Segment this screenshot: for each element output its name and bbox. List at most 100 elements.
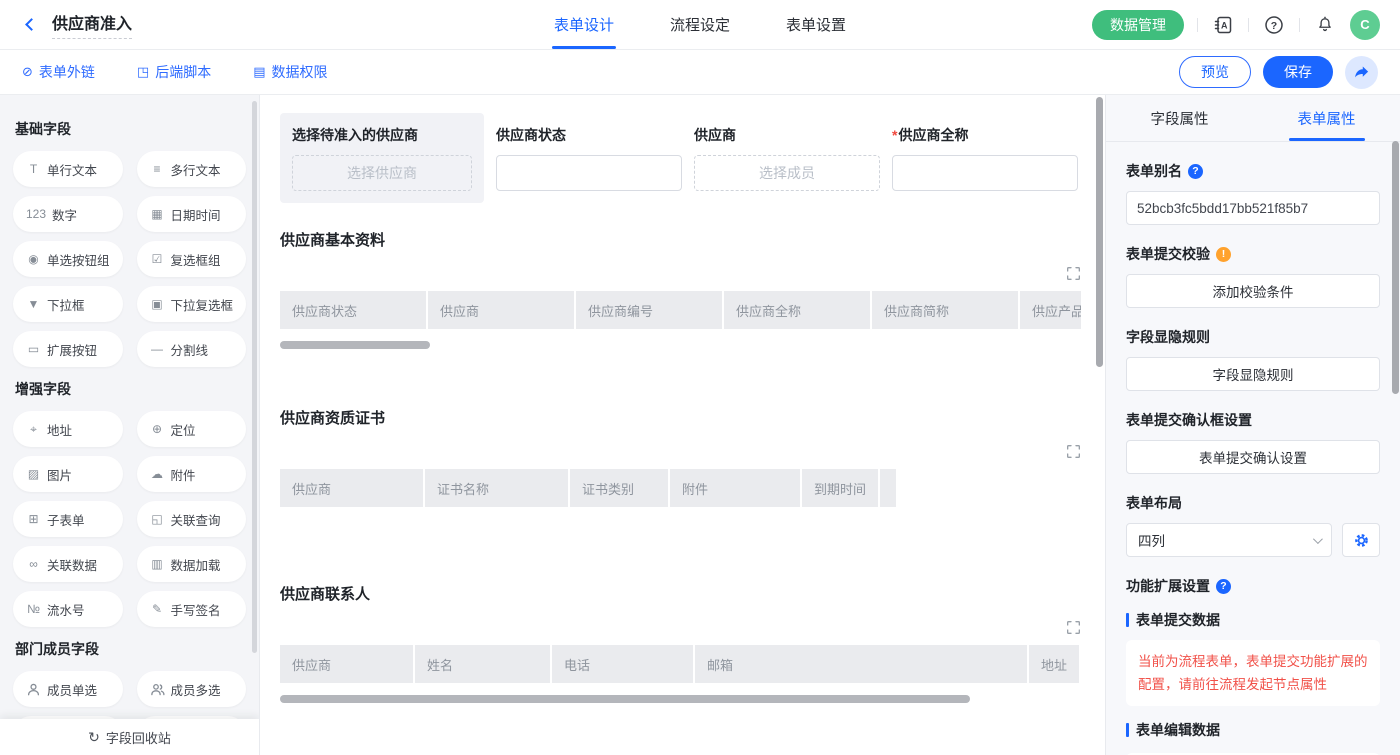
- field-type-pill[interactable]: 成员多选: [137, 671, 247, 707]
- subform-supplier-contacts[interactable]: 供应商联系人 供应商姓名电话邮箱地址: [280, 583, 1081, 703]
- form-alias-input[interactable]: [1126, 191, 1380, 225]
- subform-supplier-certificates[interactable]: 供应商资质证书 供应商证书名称证书类别附件到期时间: [280, 407, 1081, 507]
- field-type-pill[interactable]: 123 数字: [13, 196, 123, 232]
- field-type-pill[interactable]: ▭ 扩展按钮: [13, 331, 123, 367]
- field-type-pill[interactable]: ▼ 下拉框: [13, 286, 123, 322]
- field-type-pill[interactable]: № 流水号: [13, 591, 123, 627]
- tab-form-properties[interactable]: 表单属性: [1253, 95, 1400, 141]
- subform-toolbar: [280, 266, 1081, 281]
- section-title: 部门成员字段: [15, 639, 244, 659]
- svg-text:A: A: [1221, 20, 1228, 30]
- preview-button[interactable]: 预览: [1179, 56, 1251, 88]
- field-type-pill[interactable]: ▦ 日期时间: [137, 196, 247, 232]
- tab-process-setting[interactable]: 流程设定: [670, 0, 730, 49]
- layout-settings-button[interactable]: [1342, 523, 1380, 557]
- edit-data-label: 表单编辑数据: [1126, 720, 1380, 740]
- field-type-label: 日期时间: [171, 205, 221, 224]
- subform-column-header: 供应商: [428, 291, 576, 329]
- help-icon[interactable]: ?: [1262, 13, 1286, 37]
- field-type-pill[interactable]: ⊞ 子表单: [13, 501, 123, 537]
- field-type-icon: ▣: [150, 297, 165, 311]
- field-type-icon: ≡: [150, 162, 165, 176]
- canvas-vertical-scrollbar[interactable]: [1096, 97, 1103, 367]
- sidebar-scrollbar[interactable]: [252, 101, 257, 653]
- field-type-label: 下拉框: [47, 295, 85, 314]
- expand-fullscreen-icon[interactable]: [1066, 266, 1081, 281]
- save-button[interactable]: 保存: [1263, 56, 1333, 88]
- divider: [1299, 18, 1300, 32]
- field-type-pill[interactable]: ∞ 关联数据: [13, 546, 123, 582]
- field-type-pill[interactable]: ◉ 单选按钮组: [13, 241, 123, 277]
- subform-toolbar: [280, 620, 1081, 635]
- notification-bell-icon[interactable]: [1313, 13, 1337, 37]
- field-supplier-fullname[interactable]: *供应商全称: [892, 113, 1078, 203]
- member-picker[interactable]: 选择成员: [694, 155, 880, 191]
- field-type-icon: 123: [26, 207, 46, 221]
- field-type-pill[interactable]: — 分割线: [137, 331, 247, 367]
- field-type-pill[interactable]: ◱ 关联查询: [137, 501, 247, 537]
- tab-field-properties[interactable]: 字段属性: [1106, 95, 1253, 141]
- field-type-pill[interactable]: ▣ 下拉复选框: [137, 286, 247, 322]
- field-type-label: 地址: [47, 420, 72, 439]
- panel-scrollbar[interactable]: [1392, 141, 1399, 394]
- form-external-link-button[interactable]: ⊘ 表单外链: [22, 62, 95, 82]
- subform-supplier-basic-info[interactable]: 供应商基本资料 供应商状态供应商供应商编号供应商全称供应商简称供应产品: [280, 229, 1081, 349]
- field-type-label: 附件: [171, 465, 196, 484]
- layout-select[interactable]: 四列: [1126, 523, 1332, 557]
- field-select-supplier[interactable]: 选择待准入的供应商 选择供应商: [280, 113, 484, 203]
- form-alias-label: 表单别名 ?: [1126, 161, 1380, 181]
- help-circle-icon[interactable]: ?: [1216, 579, 1231, 594]
- divider: [1248, 18, 1249, 32]
- user-avatar[interactable]: C: [1350, 10, 1380, 40]
- supplier-fullname-input[interactable]: [892, 155, 1078, 191]
- field-type-pill[interactable]: ✎ 手写签名: [137, 591, 247, 627]
- field-type-pill[interactable]: ⊕ 定位: [137, 411, 247, 447]
- field-type-pill[interactable]: ☑ 复选框组: [137, 241, 247, 277]
- recycle-icon: ↻: [88, 729, 100, 746]
- expand-fullscreen-icon[interactable]: [1066, 620, 1081, 635]
- supplier-picker[interactable]: 选择供应商: [292, 155, 472, 191]
- field-type-pill[interactable]: ▥ 数据加载: [137, 546, 247, 582]
- field-supplier-status[interactable]: 供应商状态: [496, 113, 682, 203]
- data-permission-icon: ▤: [253, 64, 265, 80]
- data-permission-button[interactable]: ▤ 数据权限: [253, 62, 327, 82]
- subform-column-header: 证书类别: [570, 469, 670, 507]
- horizontal-scrollbar[interactable]: [280, 341, 430, 349]
- data-manage-button[interactable]: 数据管理: [1092, 10, 1184, 40]
- field-type-pill[interactable]: ☁ 附件: [137, 456, 247, 492]
- contacts-icon[interactable]: A: [1211, 13, 1235, 37]
- field-type-label: 扩展按钮: [47, 340, 97, 359]
- visibility-rules-button[interactable]: 字段显隐规则: [1126, 357, 1380, 391]
- field-type-icon: ▭: [26, 342, 41, 356]
- field-type-pill[interactable]: ▨ 图片: [13, 456, 123, 492]
- share-button[interactable]: [1345, 56, 1378, 89]
- back-button[interactable]: [20, 14, 42, 36]
- expand-fullscreen-icon[interactable]: [1066, 444, 1081, 459]
- warning-circle-icon[interactable]: !: [1216, 247, 1231, 262]
- horizontal-scrollbar[interactable]: [280, 695, 970, 703]
- field-type-pill[interactable]: T 单行文本: [13, 151, 123, 187]
- subform-column-header: 电话: [552, 645, 695, 683]
- recycle-bin-label: 字段回收站: [106, 728, 171, 747]
- field-type-icon: №: [26, 602, 41, 616]
- add-validation-button[interactable]: 添加校验条件: [1126, 274, 1380, 308]
- subform-column-header: 供应商: [280, 469, 425, 507]
- confirm-dialog-button[interactable]: 表单提交确认设置: [1126, 440, 1380, 474]
- page-title[interactable]: 供应商准入: [52, 10, 132, 39]
- tab-form-setting[interactable]: 表单设置: [786, 0, 846, 49]
- help-circle-icon[interactable]: ?: [1188, 164, 1203, 179]
- tab-form-design[interactable]: 表单设计: [554, 0, 614, 49]
- field-type-pill[interactable]: 成员单选: [13, 671, 123, 707]
- confirm-dialog-label: 表单提交确认框设置: [1126, 410, 1380, 430]
- field-type-pill[interactable]: ≡ 多行文本: [137, 151, 247, 187]
- field-label: 供应商: [694, 125, 880, 145]
- field-type-icon: ▼: [26, 297, 41, 311]
- field-type-pill[interactable]: ⌖ 地址: [13, 411, 123, 447]
- field-supplier[interactable]: 供应商 选择成员: [694, 113, 880, 203]
- field-recycle-bin[interactable]: ↻ 字段回收站: [0, 719, 259, 755]
- supplier-status-input[interactable]: [496, 155, 682, 191]
- field-type-icon: ⊕: [150, 422, 165, 436]
- backend-script-button[interactable]: ◳ 后端脚本: [137, 62, 211, 82]
- field-label: *供应商全称: [892, 125, 1078, 145]
- field-label: 供应商状态: [496, 125, 682, 145]
